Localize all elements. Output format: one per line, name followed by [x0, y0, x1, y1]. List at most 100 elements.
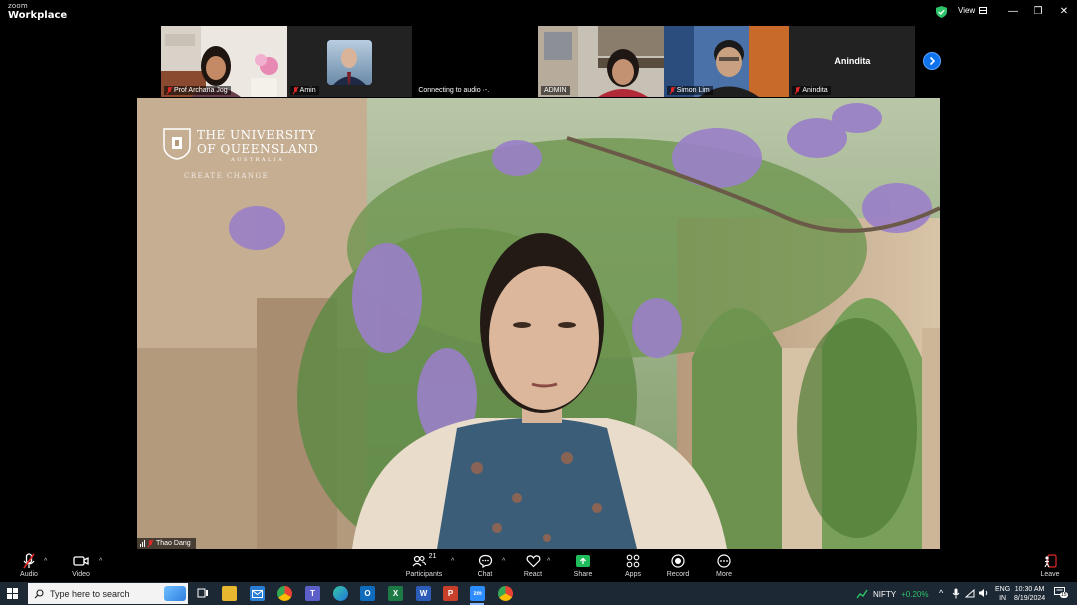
- university-logo: THE UNIVERSITY OF QUEENSLAND AUSTRALIA: [163, 128, 318, 163]
- video-camera-icon: [73, 555, 89, 566]
- crest-icon: [163, 128, 191, 160]
- participant-name: Connecting to audio ·-.: [415, 86, 493, 95]
- mic-muted-icon: [148, 540, 153, 547]
- file-explorer-icon[interactable]: [222, 586, 237, 601]
- participant-name: Amin: [289, 86, 319, 95]
- participant-tile[interactable]: ADMIN: [538, 26, 664, 97]
- leave-button[interactable]: Leave: [1028, 552, 1072, 578]
- search-highlight-icon: [164, 586, 186, 601]
- teams-icon[interactable]: T: [305, 586, 320, 601]
- participants-button[interactable]: 21 Participants: [402, 552, 446, 578]
- logo-line-1: THE UNIVERSITY: [197, 128, 316, 142]
- share-button[interactable]: Share: [561, 552, 605, 578]
- language-code: ENG: [995, 586, 1011, 593]
- video-options-caret-icon[interactable]: ^: [99, 558, 102, 565]
- search-placeholder: Type here to search: [50, 588, 130, 599]
- audio-label: Audio: [20, 571, 38, 578]
- zoom-icon[interactable]: zm: [470, 586, 485, 601]
- participant-name-text: ADMIN: [544, 87, 567, 94]
- more-label: More: [716, 571, 732, 578]
- logo-tagline: CREATE CHANGE: [184, 172, 270, 180]
- participant-display-name: Anindita: [834, 56, 871, 66]
- powerpoint-icon[interactable]: P: [443, 586, 458, 601]
- logo-line-3: AUSTRALIA: [231, 157, 285, 163]
- restore-button[interactable]: ❐: [1031, 4, 1045, 18]
- more-icon: [717, 553, 731, 568]
- audio-button[interactable]: Audio: [7, 552, 51, 578]
- meeting-toolbar: Audio ^ Video ^ 21 Participants ^ Chat ^…: [0, 550, 1077, 582]
- word-icon[interactable]: W: [416, 586, 431, 601]
- participant-tile[interactable]: Connecting to audio ·-.: [412, 26, 539, 97]
- notifications-button[interactable]: 15: [1054, 587, 1068, 598]
- microphone-icon[interactable]: [952, 588, 960, 599]
- audio-options-caret-icon[interactable]: ^: [44, 558, 47, 565]
- language-indicator[interactable]: ENG IN: [995, 585, 1010, 603]
- task-view-icon[interactable]: [195, 586, 210, 601]
- clock-date: 8/19/2024: [1014, 595, 1046, 602]
- ticker-change: +0.20%: [901, 589, 929, 599]
- taskbar-search-box[interactable]: Type here to search: [28, 583, 188, 604]
- windows-taskbar: Type here to search T O X W P zm NIFTY +…: [0, 582, 1077, 605]
- virtual-background: [137, 98, 940, 549]
- logo-line-2: OF QUEENSLAND: [197, 142, 319, 156]
- notification-count: 15: [1060, 592, 1068, 598]
- participants-count: 21: [428, 553, 437, 560]
- clock[interactable]: 10:30 AM 8/19/2024: [1014, 585, 1045, 603]
- volume-icon[interactable]: [978, 588, 989, 598]
- apps-label: Apps: [625, 571, 641, 578]
- participant-tile[interactable]: Simon Lim: [663, 26, 790, 97]
- chrome-icon[interactable]: [277, 586, 292, 601]
- ticker-name: NIFTY: [873, 589, 897, 599]
- outlook-icon[interactable]: O: [360, 586, 375, 601]
- video-button[interactable]: Video: [59, 552, 103, 578]
- apps-icon: [626, 554, 640, 567]
- participants-label: Participants: [405, 571, 443, 578]
- network-icon[interactable]: [965, 589, 975, 598]
- participant-tile[interactable]: Anindita Anindita: [789, 26, 916, 97]
- participant-name: Prof Archana Jog: [164, 86, 231, 95]
- apps-button[interactable]: Apps: [611, 552, 655, 578]
- more-button[interactable]: More: [702, 552, 746, 578]
- speaker-name-label: Thao Dang: [137, 538, 196, 549]
- view-button[interactable]: View: [958, 6, 988, 15]
- record-icon: [671, 553, 685, 568]
- participants-options-caret-icon[interactable]: ^: [451, 558, 454, 565]
- leave-label: Leave: [1040, 571, 1060, 578]
- gallery-strip: Prof Archana Jog Amin Connecting to audi…: [161, 26, 916, 97]
- heart-icon: [526, 554, 540, 567]
- edge-icon[interactable]: [333, 586, 348, 601]
- participant-name-text: Prof Archana Jog: [174, 87, 228, 94]
- participant-name-text: Simon Lim: [676, 87, 710, 94]
- react-options-caret-icon[interactable]: ^: [547, 558, 550, 565]
- participant-name: ADMIN: [541, 86, 570, 95]
- participant-tile[interactable]: Prof Archana Jog: [161, 26, 287, 97]
- participant-name: Simon Lim: [666, 86, 713, 95]
- chrome-profile-icon[interactable]: [498, 586, 513, 601]
- tray-overflow-chevron-icon[interactable]: ^: [939, 588, 943, 598]
- participant-name-text: Anindita: [802, 87, 828, 94]
- clock-time: 10:30 AM: [1014, 586, 1045, 593]
- close-button[interactable]: ✕: [1057, 4, 1071, 18]
- chat-button[interactable]: Chat: [463, 552, 507, 578]
- excel-icon[interactable]: X: [388, 586, 403, 601]
- windows-start-icon[interactable]: [7, 588, 18, 599]
- shield-icon[interactable]: [936, 6, 947, 18]
- leave-icon: [1044, 553, 1057, 568]
- chat-options-caret-icon[interactable]: ^: [502, 558, 505, 565]
- mail-icon[interactable]: [250, 586, 265, 601]
- app-brand: zoom Workplace: [8, 3, 67, 21]
- record-button[interactable]: Record: [656, 552, 700, 578]
- react-button[interactable]: React: [511, 552, 555, 578]
- share-screen-icon: [576, 554, 590, 567]
- mic-muted-icon: [23, 552, 35, 568]
- minimize-button[interactable]: —: [1006, 4, 1020, 18]
- trend-up-icon: [856, 589, 868, 599]
- search-icon: [34, 588, 44, 598]
- stock-ticker[interactable]: NIFTY +0.20%: [856, 589, 928, 599]
- view-label: View: [958, 6, 976, 15]
- active-speaker-video[interactable]: THE UNIVERSITY OF QUEENSLAND AUSTRALIA C…: [137, 98, 940, 549]
- mic-muted-icon: [293, 87, 298, 94]
- mic-muted-icon: [795, 87, 800, 94]
- next-page-button[interactable]: [923, 52, 941, 70]
- participant-tile[interactable]: Amin: [286, 26, 413, 97]
